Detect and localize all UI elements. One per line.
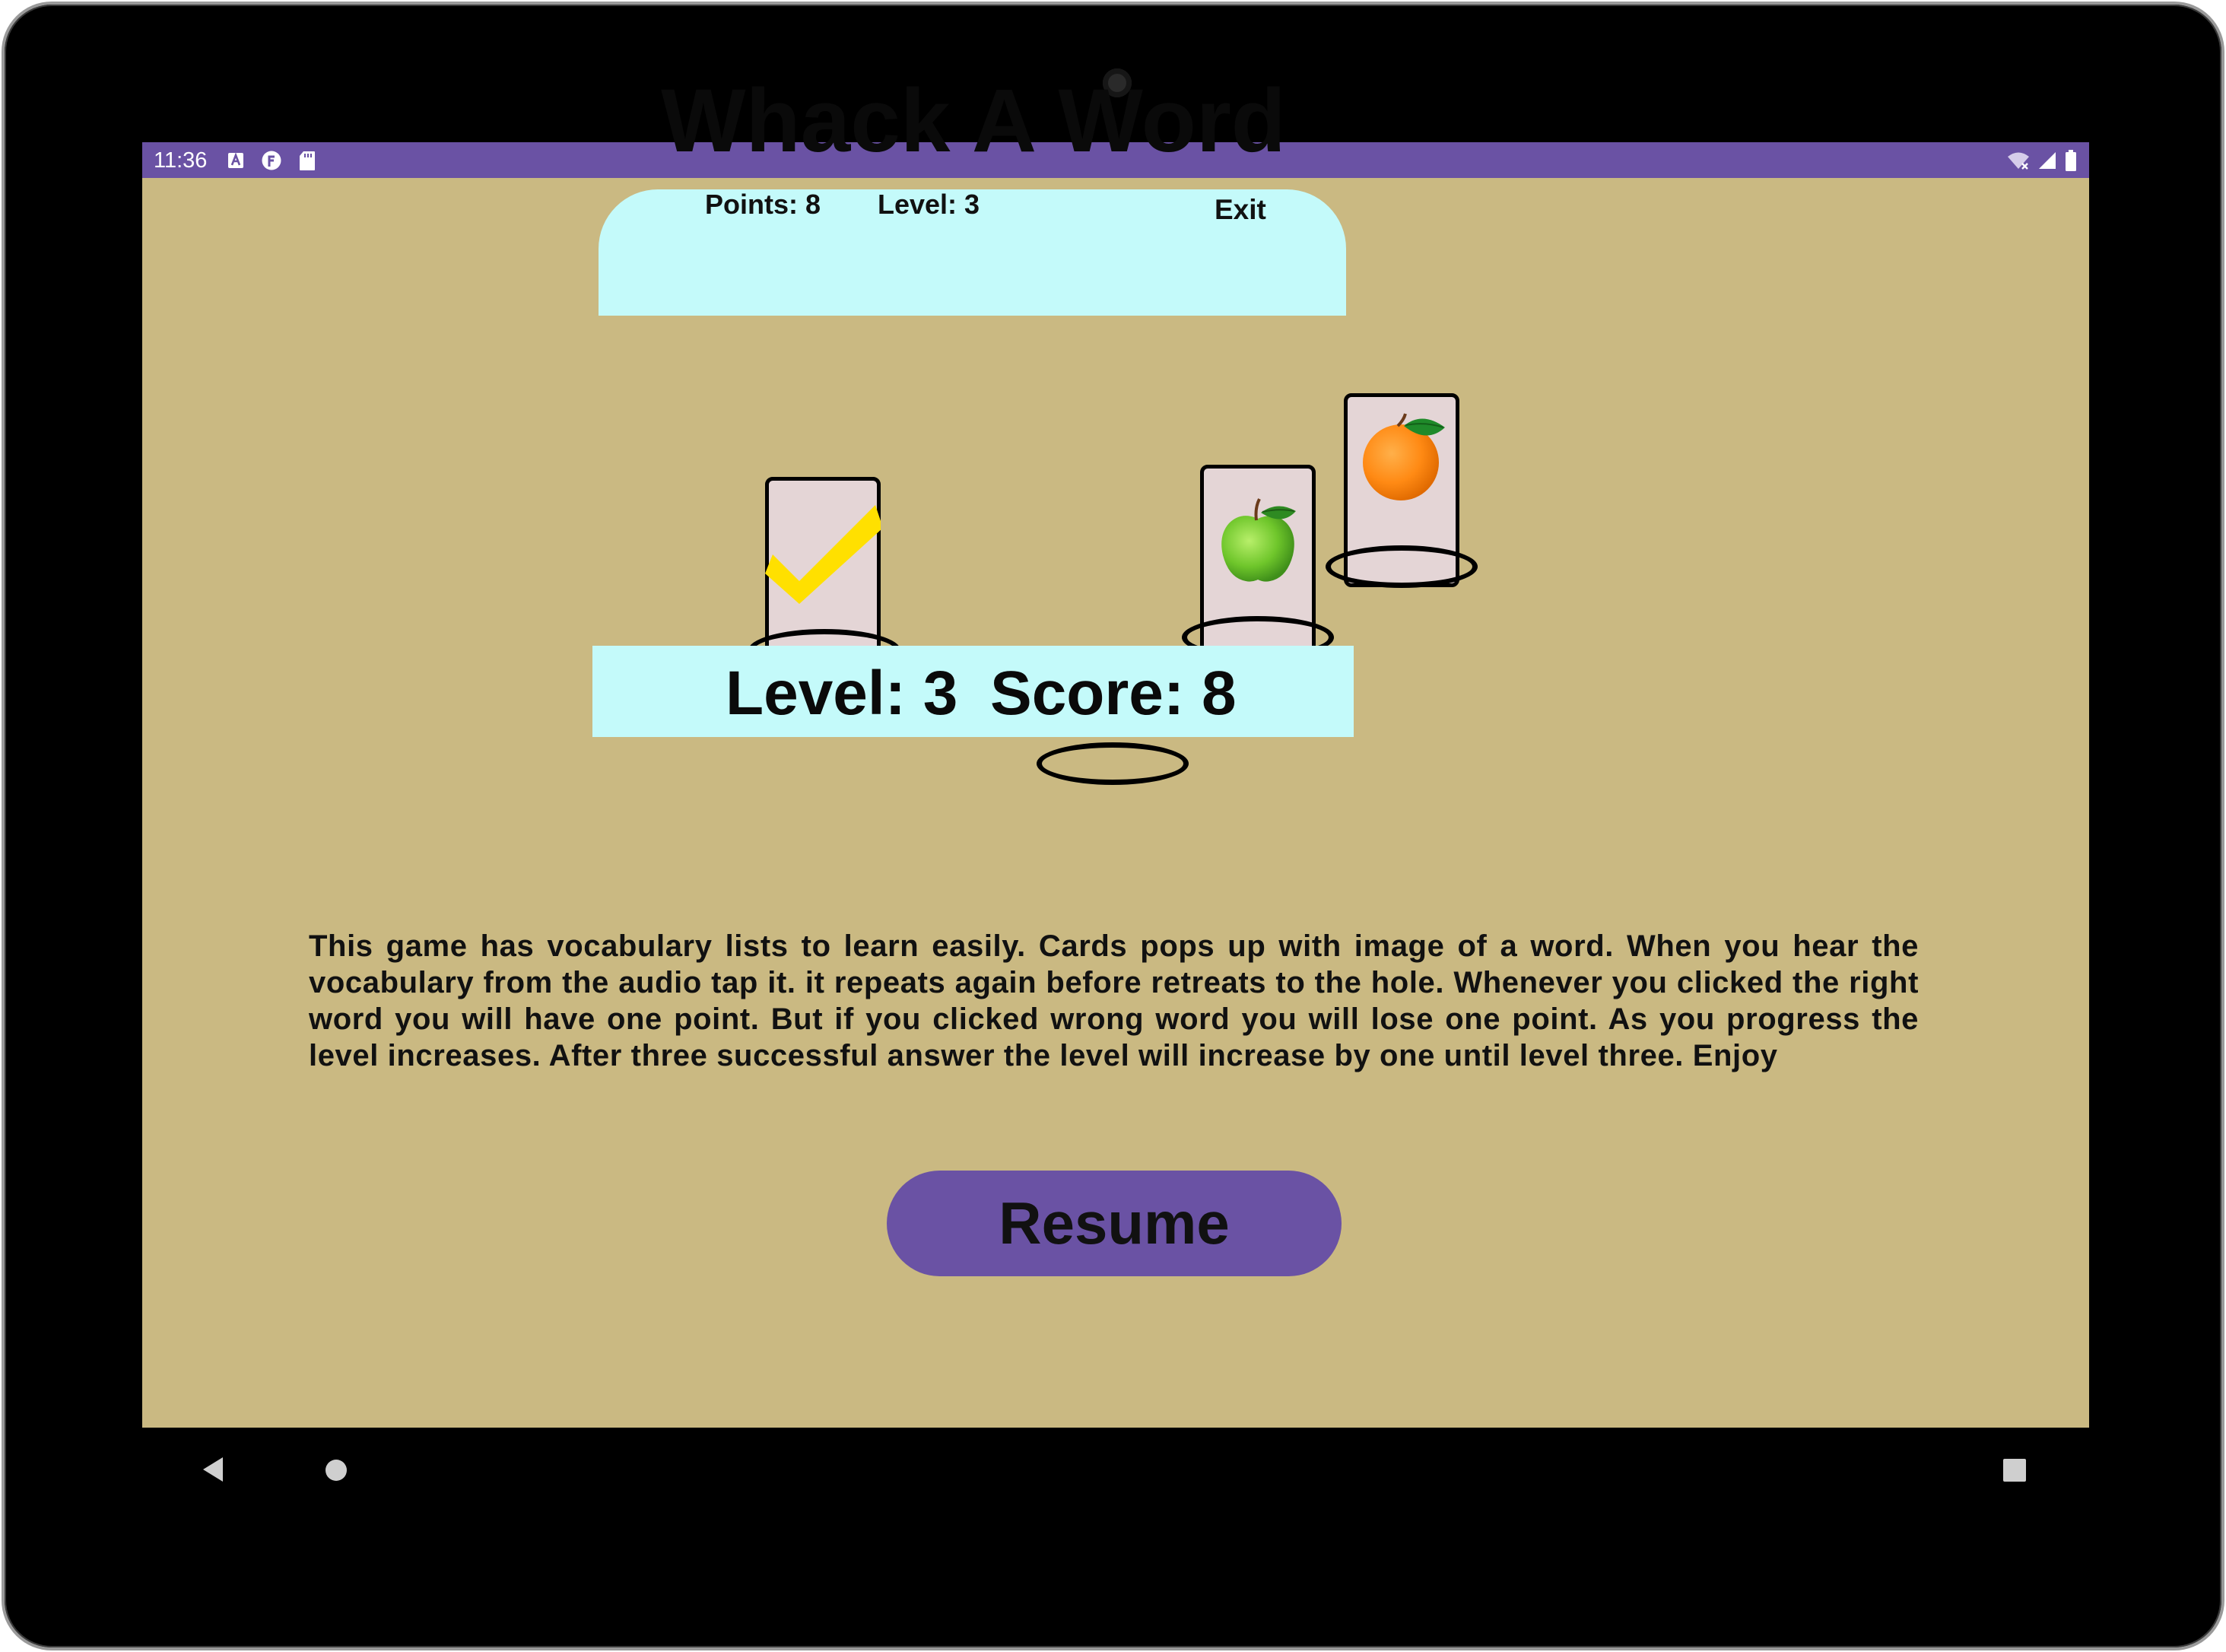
checkmark-icon [765, 505, 881, 604]
score-value: Score: 8 [990, 659, 1237, 728]
game-title: Whack A Word [661, 71, 1286, 171]
battery-icon [2066, 150, 2076, 171]
home-icon[interactable] [325, 1459, 348, 1482]
hud-points: Points: 8 [705, 189, 821, 220]
wifi-off-icon [2008, 152, 2029, 170]
exit-button[interactable]: Exit [1215, 194, 1266, 226]
instructions-text: This game has vocabulary lists to learn … [309, 929, 1919, 1072]
signal-icon [2039, 152, 2056, 169]
score-level: Level: 3 [726, 659, 958, 728]
resume-button[interactable]: Resume [887, 1171, 1342, 1276]
green-apple-icon [1221, 498, 1296, 582]
back-icon[interactable] [200, 1456, 226, 1483]
hole [1037, 742, 1189, 785]
hud-level: Level: 3 [878, 189, 980, 220]
system-icons [2007, 149, 2077, 172]
score-banner [592, 646, 1354, 737]
recents-icon[interactable] [2003, 1459, 2026, 1482]
hole [1326, 545, 1478, 588]
orange-icon [1363, 413, 1445, 500]
